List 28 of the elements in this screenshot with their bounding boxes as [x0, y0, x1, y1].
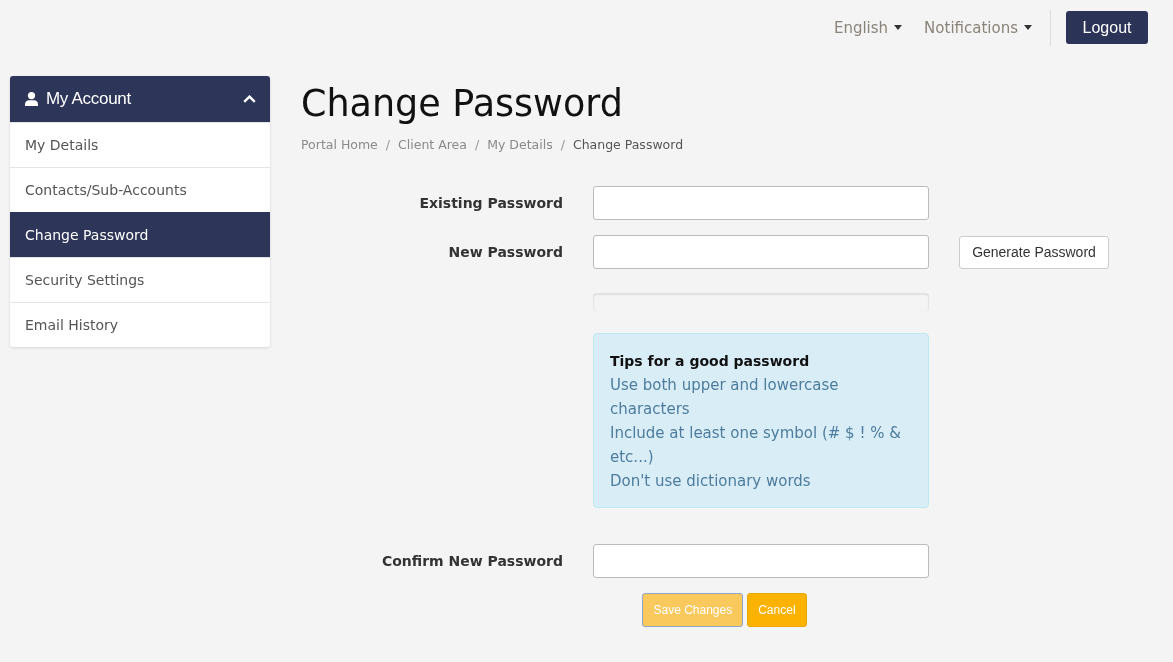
tips-title: Tips for a good password — [610, 352, 811, 371]
sidebar-item[interactable]: Email History — [10, 302, 270, 347]
sidebar-item[interactable]: My Details — [10, 122, 270, 167]
sidebar-item[interactable]: Change Password — [10, 212, 270, 257]
page-title: Change Password — [301, 82, 624, 126]
sidebar-item[interactable]: Security Settings — [10, 257, 270, 302]
breadcrumb-separator: / — [385, 136, 391, 154]
field-label: New Password — [447, 244, 563, 260]
tips-line: Don't use dictionary words — [610, 471, 812, 492]
chevron-up-icon[interactable] — [243, 95, 256, 103]
user-icon — [25, 92, 38, 106]
field-label: Confirm New Password — [380, 553, 563, 569]
breadcrumb-separator: / — [560, 136, 565, 154]
breadcrumb-separator: / — [474, 136, 480, 154]
logout-button[interactable]: Logout — [1066, 11, 1148, 44]
password-field[interactable] — [593, 186, 929, 220]
nav-dropdown[interactable]: Notifications — [924, 18, 1032, 37]
breadcrumb-current: Change Password — [572, 136, 684, 154]
sidebar-header[interactable]: My Account — [10, 76, 270, 122]
password-field[interactable] — [593, 235, 929, 269]
tips-line: Include at least one symbol (# $ ! % & etc...) — [610, 423, 902, 468]
field-label: Existing Password — [418, 195, 563, 211]
tips-line: Use both upper and lowercase characters — [610, 375, 840, 420]
sidebar-title: My Account — [46, 89, 132, 109]
caret-icon — [1024, 25, 1032, 30]
password-field[interactable] — [593, 544, 929, 578]
caret-icon — [894, 25, 903, 30]
generate-password-button[interactable]: Generate Password — [959, 235, 1109, 269]
